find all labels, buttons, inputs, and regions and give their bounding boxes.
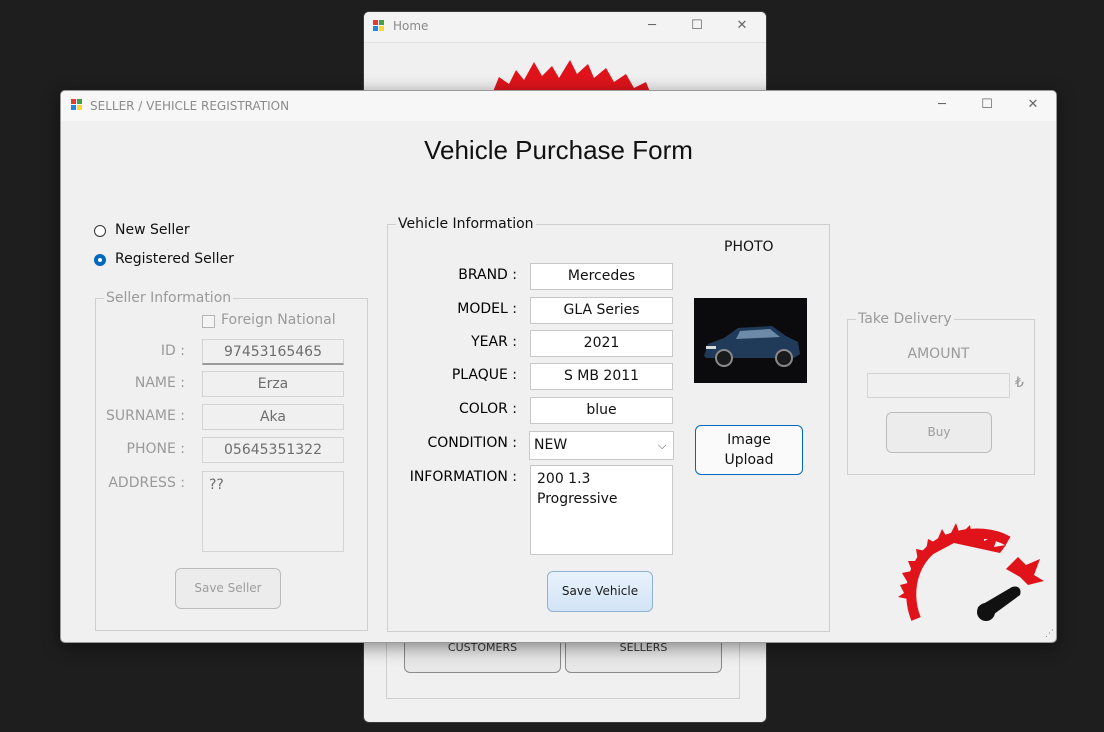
seller-info-legend: Seller Information: [106, 290, 232, 306]
close-icon[interactable]: ✕: [1024, 96, 1042, 114]
foreign-national-label: Foreign National: [221, 312, 336, 328]
save-vehicle-button[interactable]: Save Vehicle: [547, 571, 653, 612]
main-titlebar[interactable]: SELLER / VEHICLE REGISTRATION ─ ☐ ✕: [61, 91, 1056, 121]
maximize-icon[interactable]: ☐: [688, 17, 706, 35]
phone-label: PHONE :: [126, 441, 185, 457]
currency-symbol: ₺: [1015, 375, 1024, 391]
close-icon[interactable]: ✕: [733, 17, 751, 35]
app-icon: [71, 99, 83, 111]
minimize-icon[interactable]: ─: [933, 96, 951, 114]
radio-indicator[interactable]: [94, 225, 106, 237]
registered-seller-label: Registered Seller: [115, 251, 234, 267]
id-label: ID :: [160, 343, 185, 359]
image-upload-button[interactable]: Image Upload: [695, 425, 803, 475]
surname-input[interactable]: Aka: [202, 404, 344, 430]
main-window-title: SELLER / VEHICLE REGISTRATION: [90, 99, 290, 113]
app-icon: [373, 20, 385, 32]
brand-label: BRAND :: [458, 267, 517, 283]
color-input[interactable]: blue: [530, 397, 673, 424]
image-upload-label: Image Upload: [724, 432, 774, 468]
buy-button[interactable]: Buy: [886, 412, 992, 453]
resize-grip-icon[interactable]: ⋰: [1045, 629, 1054, 639]
year-input[interactable]: 2021: [530, 330, 673, 357]
chevron-down-icon[interactable]: ⌵: [658, 432, 666, 459]
brand-input[interactable]: Mercedes: [530, 263, 673, 290]
condition-label: CONDITION :: [427, 435, 517, 451]
amount-input[interactable]: [867, 373, 1010, 398]
information-label: INFORMATION :: [409, 469, 517, 485]
condition-select[interactable]: NEW ⌵: [529, 431, 674, 460]
year-label: YEAR :: [471, 334, 517, 350]
phone-input[interactable]: 05645351322: [202, 437, 344, 463]
photo-label: PHOTO: [724, 239, 774, 255]
address-label: ADDRESS :: [108, 475, 185, 491]
plaque-input[interactable]: S MB 2011: [530, 363, 673, 390]
address-input[interactable]: ??: [202, 471, 344, 552]
surname-label: SURNAME :: [105, 408, 185, 424]
minimize-icon[interactable]: ─: [643, 17, 661, 35]
model-label: MODEL :: [457, 301, 517, 317]
take-delivery-legend: Take Delivery: [858, 311, 952, 327]
form-title: Vehicle Purchase Form: [424, 135, 693, 165]
condition-value: NEW: [534, 437, 568, 453]
name-label: NAME :: [134, 375, 185, 391]
foreign-national-checkbox[interactable]: [202, 315, 215, 328]
radio-indicator-selected[interactable]: [94, 254, 106, 266]
name-input[interactable]: Erza: [202, 371, 344, 397]
maximize-icon[interactable]: ☐: [978, 96, 996, 114]
new-seller-label: New Seller: [115, 222, 190, 238]
model-input[interactable]: GLA Series: [530, 297, 673, 324]
speedometer-logo: [898, 523, 1044, 621]
home-window-title: Home: [393, 19, 429, 33]
vehicle-info-legend: Vehicle Information: [398, 216, 534, 232]
plaque-label: PLAQUE :: [451, 367, 517, 383]
save-seller-button[interactable]: Save Seller: [175, 568, 281, 609]
home-titlebar[interactable]: Home ─ ☐ ✕: [364, 12, 766, 43]
seller-vehicle-window: SELLER / VEHICLE REGISTRATION ─ ☐ ✕ Vehi…: [60, 90, 1057, 643]
id-input[interactable]: 97453165465: [202, 339, 344, 365]
vehicle-photo: [694, 298, 807, 383]
information-input[interactable]: 200 1.3 Progressive: [530, 465, 673, 555]
amount-label: AMOUNT: [907, 346, 970, 362]
color-label: COLOR :: [458, 401, 517, 417]
